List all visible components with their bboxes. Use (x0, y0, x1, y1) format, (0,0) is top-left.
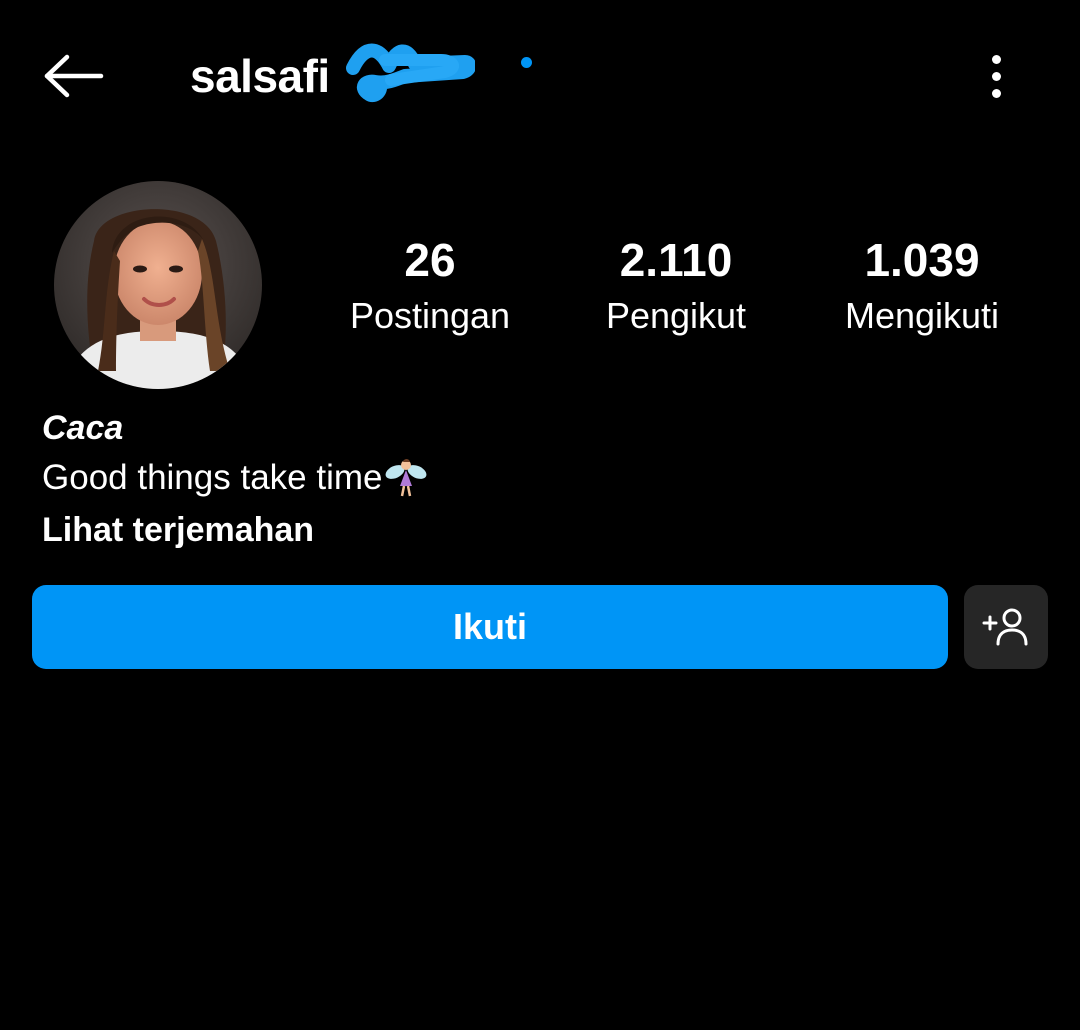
stat-following-label: Mengikuti (844, 295, 1000, 336)
avatar[interactable] (54, 181, 262, 389)
username: salsafi (190, 50, 330, 102)
stat-posts-value: 26 (404, 234, 456, 286)
stat-followers[interactable]: 2.110 Pengikut (586, 228, 766, 340)
stat-posts[interactable]: 26 Postingan (340, 228, 520, 340)
profile-photo (54, 181, 262, 389)
fairy-emoji (386, 459, 427, 497)
profile-bio: Caca Good things take time Lihat terjema… (42, 404, 1022, 554)
more-options-button[interactable] (966, 44, 1026, 108)
stat-following-value: 1.039 (864, 234, 980, 286)
follow-button[interactable]: Ikuti (32, 585, 948, 669)
profile-stats: 26 Postingan 2.110 Pengikut 1.039 Mengik… (310, 228, 1050, 348)
status-dot (521, 57, 532, 68)
top-bar: salsafi (0, 0, 1080, 150)
back-button[interactable] (36, 44, 112, 108)
add-person-icon (982, 608, 1028, 646)
bio-text: Good things take time (42, 458, 383, 497)
display-name: Caca (42, 409, 124, 447)
suggested-accounts-button[interactable] (964, 585, 1048, 669)
arrow-left-icon (44, 54, 104, 98)
stat-followers-label: Pengikut (605, 295, 747, 336)
stat-followers-value: 2.110 (619, 234, 733, 286)
more-vertical-icon (991, 54, 1001, 64)
bio-text-row: Good things take time (42, 452, 1022, 504)
see-translation-link[interactable]: Lihat terjemahan (42, 506, 1022, 554)
username-title: salsafi (190, 44, 330, 108)
redaction-scribble (346, 43, 475, 102)
stat-posts-label: Postingan (349, 295, 511, 336)
stat-following[interactable]: 1.039 Mengikuti (822, 228, 1022, 340)
